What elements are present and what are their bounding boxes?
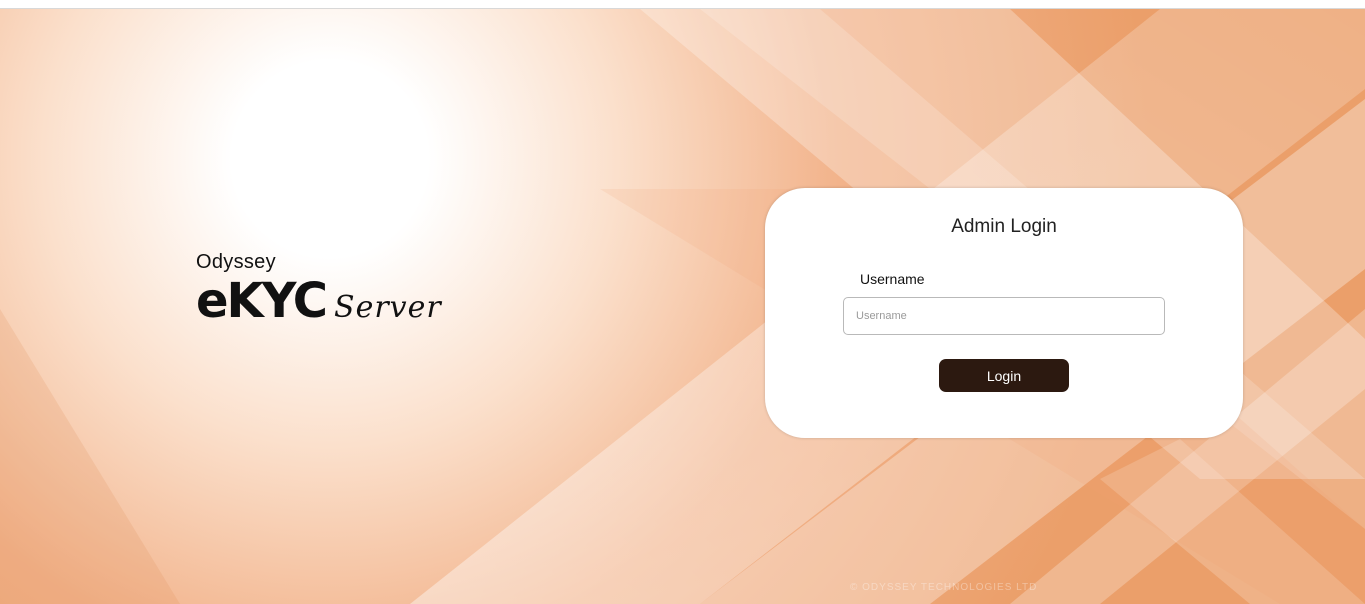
brand-company-name: Odyssey [196, 251, 276, 273]
brand-logo: Odyssey eKYC Server [196, 250, 442, 326]
brand-product-line: eKYC Server [196, 276, 442, 326]
username-label: Username [860, 271, 925, 287]
login-title: Admin Login [951, 216, 1057, 237]
brand-product-suffix: Server [334, 290, 442, 325]
username-input[interactable] [843, 297, 1165, 335]
top-divider [0, 8, 1365, 9]
login-button[interactable]: Login [939, 359, 1069, 392]
copyright-footer: © ODYSSEY TECHNOLOGIES LTD [850, 582, 1038, 593]
login-page: Odyssey eKYC Server Admin Login Username … [0, 0, 1365, 604]
login-card: Admin Login Username Login [765, 188, 1243, 438]
brand-product-name: eKYC [196, 273, 328, 329]
